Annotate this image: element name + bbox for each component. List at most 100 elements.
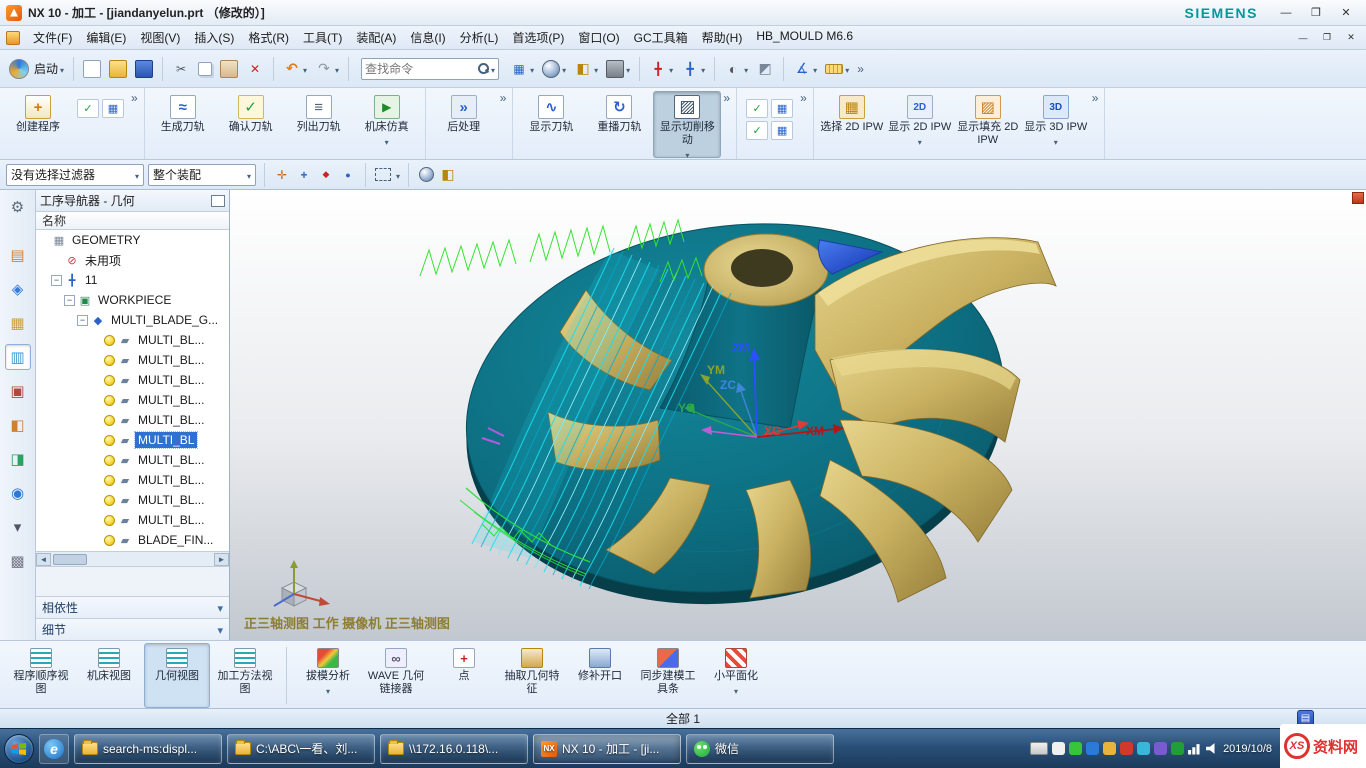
wcs-button[interactable] <box>646 57 676 81</box>
tree-row[interactable]: MULTI_BL... <box>36 330 229 350</box>
history-icon[interactable]: ▾ <box>5 514 31 540</box>
part-navigator-icon[interactable]: ▦ <box>5 310 31 336</box>
visibility-bulb-icon[interactable] <box>104 395 115 406</box>
menu-item-4[interactable]: 插入(S) <box>187 26 241 49</box>
csys-button[interactable] <box>678 57 708 81</box>
visibility-bulb-icon[interactable] <box>104 335 115 346</box>
menu-item-8[interactable]: 信息(I) <box>403 26 452 49</box>
tray-date[interactable]: 2019/10/8 <box>1223 743 1272 755</box>
menu-item-5[interactable]: 格式(R) <box>241 26 296 49</box>
taskbar-window-wechat[interactable]: 微信 <box>686 734 834 764</box>
process-studio-icon[interactable]: ◧ <box>5 412 31 438</box>
tree-row[interactable]: MULTI_BL... <box>36 470 229 490</box>
endpoint-snap-icon[interactable] <box>317 166 335 184</box>
toolbar-overflow-button[interactable] <box>854 59 867 79</box>
view-button-sync-model[interactable]: 同步建模工具条 <box>635 643 701 708</box>
tree-row[interactable]: MULTI_BL... <box>36 370 229 390</box>
graphics-viewport[interactable]: ZM YM ZC YC XC XM <box>230 190 1366 640</box>
view-button-facet[interactable]: 小平面化 <box>703 643 769 708</box>
selection-filter-dropdown[interactable]: 没有选择过滤器 <box>6 164 144 186</box>
render-style-button[interactable] <box>721 57 751 81</box>
start-menu-button[interactable]: 启动 <box>6 56 67 82</box>
tray-app-icon-2[interactable] <box>1069 742 1082 755</box>
operation-navigator-icon[interactable]: ▥ <box>5 344 31 370</box>
taskbar-window-folder[interactable]: C:\ABC\一看、刘... <box>227 734 375 764</box>
small-tool-button[interactable] <box>771 99 793 118</box>
ribbon-button-ipw-select[interactable]: 选择 2D IPW <box>818 91 886 136</box>
window-layout-button[interactable] <box>507 57 537 81</box>
ribbon-button-generate[interactable]: 生成刀轨 <box>149 91 217 136</box>
shaded-display-button[interactable] <box>539 57 569 81</box>
tray-app-icon-3[interactable] <box>1086 742 1099 755</box>
column-header-name[interactable]: 名称 <box>36 212 229 230</box>
visibility-bulb-icon[interactable] <box>104 415 115 426</box>
internet-browser-icon[interactable]: ◉ <box>5 480 31 506</box>
view-button-draft-analysis[interactable]: 拔模分析 <box>295 643 361 708</box>
measure-button[interactable] <box>790 57 820 81</box>
view-button-point[interactable]: 点 <box>431 643 497 708</box>
measure-distance-button[interactable] <box>822 59 852 79</box>
midpoint-snap-icon[interactable] <box>339 166 357 184</box>
ribbon-button-list[interactable]: 列出刀轨 <box>285 91 353 136</box>
taskbar-window-folder[interactable]: \\172.16.0.118\... <box>380 734 528 764</box>
mdi-close-button[interactable] <box>1340 30 1362 45</box>
tray-keyboard-icon[interactable] <box>1030 742 1048 755</box>
paste-button[interactable] <box>217 57 241 81</box>
menu-item-1[interactable]: 文件(F) <box>26 26 79 49</box>
menu-item-14[interactable]: HB_MOULD M6.6 <box>749 26 860 49</box>
ribbon-group-overflow-button[interactable] <box>798 91 809 105</box>
small-tool-button[interactable] <box>746 121 768 140</box>
ribbon-button-show-path[interactable]: 显示刀轨 <box>517 91 585 136</box>
tray-app-icon-4[interactable] <box>1103 742 1116 755</box>
tree-row[interactable]: 11 <box>36 270 229 290</box>
visibility-bulb-icon[interactable] <box>104 435 115 446</box>
view-button-patch[interactable]: 修补开口 <box>567 643 633 708</box>
tray-app-icon-6[interactable] <box>1137 742 1150 755</box>
tree-node-label[interactable]: MULTI_BL... <box>135 392 207 408</box>
machine-tool-navigator-icon[interactable]: ▣ <box>5 378 31 404</box>
ribbon-button-create-program[interactable]: 创建程序 <box>4 91 72 136</box>
tree-row[interactable]: MULTI_BL... <box>36 350 229 370</box>
open-file-button[interactable] <box>106 57 130 81</box>
taskbar-window-folder[interactable]: search-ms:displ... <box>74 734 222 764</box>
tree-node-label[interactable]: MULTI_BL... <box>135 492 207 508</box>
close-button[interactable] <box>1332 4 1360 22</box>
taskbar-window-nx[interactable]: NX 10 - 加工 - [ji... <box>533 734 681 764</box>
reuse-library-icon[interactable]: ◨ <box>5 446 31 472</box>
palette-icon[interactable]: ▩ <box>5 548 31 574</box>
scroll-left-arrow-icon[interactable]: ◄ <box>36 553 51 566</box>
visibility-bulb-icon[interactable] <box>104 355 115 366</box>
small-tool-button[interactable] <box>77 99 99 118</box>
mdi-restore-button[interactable] <box>1316 30 1338 45</box>
edit-object-display-button[interactable] <box>753 57 777 81</box>
tree-row[interactable]: MULTI_BL... <box>36 510 229 530</box>
menu-item-3[interactable]: 视图(V) <box>133 26 187 49</box>
ribbon-group-overflow-button[interactable] <box>1090 91 1101 105</box>
maximize-button[interactable] <box>1302 4 1330 22</box>
tree-node-label[interactable]: 未用项 <box>82 251 124 270</box>
tree-node-label[interactable]: 11 <box>82 272 100 288</box>
view-cube-button[interactable] <box>439 166 457 184</box>
tree-node-label[interactable]: MULTI_BL... <box>135 412 207 428</box>
redo-button[interactable] <box>312 57 342 81</box>
save-button[interactable] <box>132 57 156 81</box>
tree-node-label[interactable]: GEOMETRY <box>69 232 143 248</box>
tree-node-label[interactable]: MULTI_BL... <box>135 332 207 348</box>
ribbon-group-overflow-button[interactable] <box>498 91 509 105</box>
panel-float-button[interactable] <box>211 195 225 207</box>
menu-item-9[interactable]: 分析(L) <box>453 26 506 49</box>
mdi-minimize-button[interactable] <box>1292 30 1314 45</box>
small-tool-button[interactable] <box>771 121 793 140</box>
point-snap-icon[interactable] <box>295 166 313 184</box>
tree-row[interactable]: WORKPIECE <box>36 290 229 310</box>
panel-section-dependencies[interactable]: 相依性 <box>36 596 229 618</box>
document-menu-icon[interactable] <box>6 31 20 45</box>
tree-row[interactable]: MULTI_BL... <box>36 390 229 410</box>
ribbon-button-postprocess[interactable]: 后处理 <box>430 91 498 136</box>
ribbon-button-cut-moves[interactable]: 显示切削移动 <box>653 91 721 158</box>
small-tool-button[interactable] <box>102 99 124 118</box>
menu-item-12[interactable]: GC工具箱 <box>627 26 695 49</box>
view-button-program-order[interactable]: 程序顺序视图 <box>8 643 74 708</box>
roles-gear-icon[interactable]: ⚙ <box>5 194 31 220</box>
background-button[interactable] <box>603 57 633 81</box>
